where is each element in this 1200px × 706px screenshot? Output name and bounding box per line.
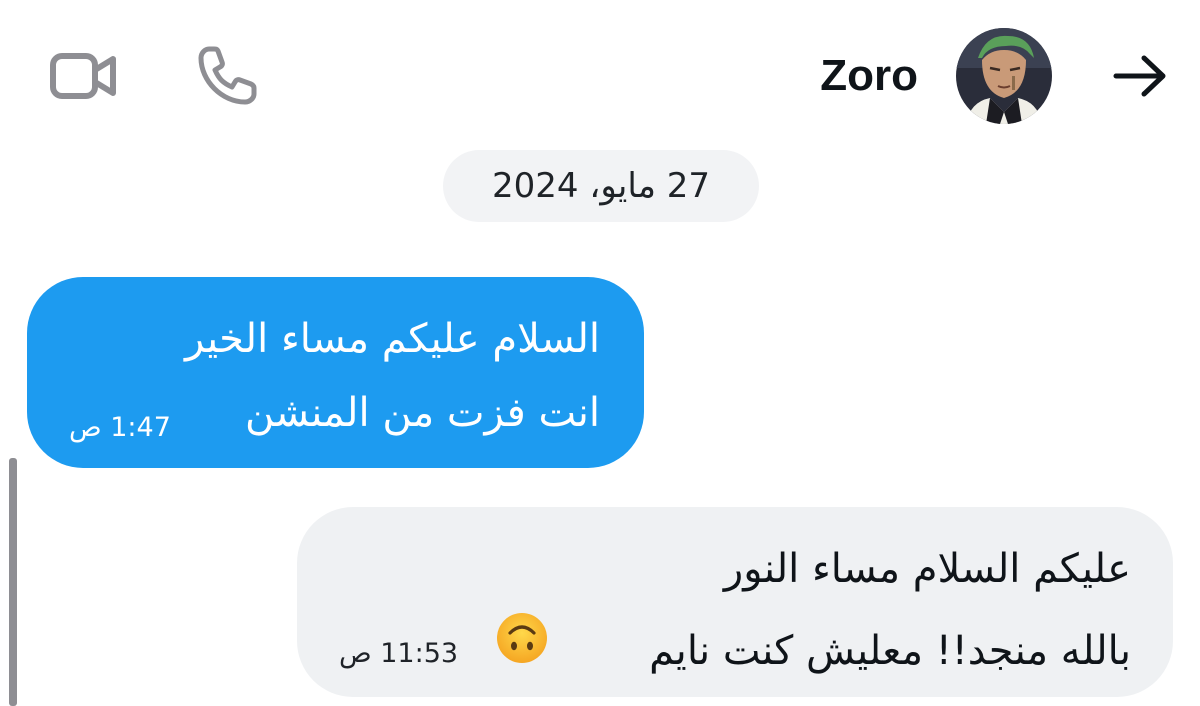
message-bubble-incoming[interactable]: عليكم السلام مساء النور بالله منجد!! معل… — [297, 507, 1173, 697]
message-bubble-outgoing[interactable]: السلام عليكم مساء الخير انت فزت من المنش… — [27, 277, 644, 468]
phone-icon[interactable] — [194, 44, 260, 108]
date-separator: 27 مايو، 2024 — [443, 150, 759, 222]
contact-name[interactable]: Zoro — [820, 48, 918, 104]
avatar[interactable] — [956, 28, 1052, 124]
message-timestamp: 11:53 ص — [339, 638, 459, 669]
back-arrow-icon[interactable] — [1108, 46, 1172, 106]
message-text-line: بالله منجد!! معليش كنت نايم — [649, 628, 1131, 674]
scrollbar-thumb[interactable] — [9, 458, 17, 706]
dm-conversation-screen: Zoro 27 مايو، 2024 السلام عليكم مساء الخ… — [0, 0, 1200, 706]
message-text-line: انت فزت من المنشن — [244, 390, 600, 436]
video-camera-icon[interactable] — [48, 48, 120, 104]
message-timestamp: 1:47 ص — [69, 412, 171, 443]
message-text-line: عليكم السلام مساء النور — [723, 546, 1131, 592]
message-text-line: السلام عليكم مساء الخير — [184, 316, 600, 362]
upside-down-face-emoji-icon — [495, 611, 549, 665]
